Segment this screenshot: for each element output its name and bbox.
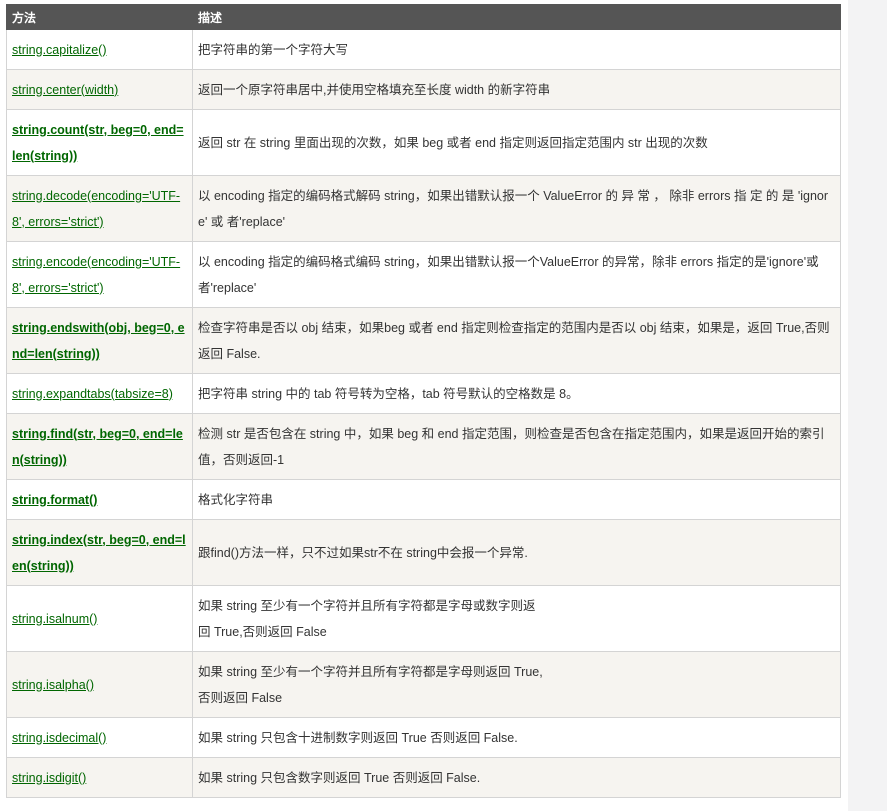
method-link[interactable]: string.encode(encoding='UTF-8', errors='…	[12, 255, 180, 295]
method-cell: string.encode(encoding='UTF-8', errors='…	[6, 241, 193, 308]
description-cell: 把字符串 string 中的 tab 符号转为空格，tab 符号默认的空格数是 …	[192, 373, 841, 414]
description-line: 把字符串 string 中的 tab 符号转为空格，tab 符号默认的空格数是 …	[198, 386, 579, 401]
table-row: string.encode(encoding='UTF-8', errors='…	[6, 241, 841, 308]
header-description: 描述	[192, 4, 841, 30]
table-row: string.index(str, beg=0, end=len(string)…	[6, 519, 841, 586]
table-row: string.isdecimal() 如果 string 只包含十进制数字则返回…	[6, 717, 841, 758]
description-line: 格式化字符串	[198, 492, 274, 507]
method-link[interactable]: string.expandtabs(tabsize=8)	[12, 387, 173, 401]
table-row: string.capitalize() 把字符串的第一个字符大写	[6, 29, 841, 70]
method-cell: string.decode(encoding='UTF-8', errors='…	[6, 175, 193, 242]
description-line: 返回 str 在 string 里面出现的次数，如果 beg 或者 end 指定…	[198, 135, 708, 150]
method-link[interactable]: string.index(str, beg=0, end=len(string)…	[12, 533, 186, 573]
description-cell: 以 encoding 指定的编码格式解码 string，如果出错默认报一个 Va…	[192, 175, 841, 242]
description-cell: 把字符串的第一个字符大写	[192, 29, 841, 70]
description-line: 返回一个原字符串居中,并使用空格填充至长度 width 的新字符串	[198, 82, 551, 97]
table-row: string.isdigit() 如果 string 只包含数字则返回 True…	[6, 757, 841, 798]
table-row: string.decode(encoding='UTF-8', errors='…	[6, 175, 841, 242]
method-link[interactable]: string.isdigit()	[12, 771, 86, 785]
description-cell: 跟find()方法一样，只不过如果str不在 string中会报一个异常.	[192, 519, 841, 586]
table-row: string.find(str, beg=0, end=len(string))…	[6, 413, 841, 480]
description-cell: 检测 str 是否包含在 string 中，如果 beg 和 end 指定范围，…	[192, 413, 841, 480]
method-cell: string.count(str, beg=0, end=len(string)…	[6, 109, 193, 176]
table-row: string.isalnum() 如果 string 至少有一个字符并且所有字符…	[6, 585, 841, 652]
description-line: 检查字符串是否以 obj 结束，如果beg 或者 end 指定则检查指定的范围内…	[198, 320, 830, 361]
description-cell: 格式化字符串	[192, 479, 841, 520]
method-cell: string.capitalize()	[6, 29, 193, 70]
description-line: 检测 str 是否包含在 string 中，如果 beg 和 end 指定范围，…	[198, 426, 825, 467]
method-cell: string.endswith(obj, beg=0, end=len(stri…	[6, 307, 193, 374]
description-cell: 如果 string 至少有一个字符并且所有字符都是字母则返回 True, 否则返回…	[192, 651, 841, 718]
table-row: string.endswith(obj, beg=0, end=len(stri…	[6, 307, 841, 374]
table-row: string.expandtabs(tabsize=8) 把字符串 string…	[6, 373, 841, 414]
method-link[interactable]: string.decode(encoding='UTF-8', errors='…	[12, 189, 180, 229]
description-cell: 如果 string 只包含数字则返回 True 否则返回 False.	[192, 757, 841, 798]
description-cell: 返回 str 在 string 里面出现的次数，如果 beg 或者 end 指定…	[192, 109, 841, 176]
description-line: 跟find()方法一样，只不过如果str不在 string中会报一个异常.	[198, 545, 528, 560]
method-cell: string.format()	[6, 479, 193, 520]
method-link[interactable]: string.find(str, beg=0, end=len(string))	[12, 427, 183, 467]
right-gutter	[848, 0, 887, 811]
description-cell: 如果 string 至少有一个字符并且所有字符都是字母或数字则返回 True,否…	[192, 585, 841, 652]
description-line: 把字符串的第一个字符大写	[198, 42, 349, 57]
method-cell: string.isdigit()	[6, 757, 193, 798]
method-link[interactable]: string.isalpha()	[12, 678, 94, 692]
description-line: 如果 string 只包含数字则返回 True 否则返回 False.	[198, 770, 481, 785]
method-cell: string.index(str, beg=0, end=len(string)…	[6, 519, 193, 586]
method-cell: string.isalpha()	[6, 651, 193, 718]
method-link[interactable]: string.endswith(obj, beg=0, end=len(stri…	[12, 321, 185, 361]
description-cell: 返回一个原字符串居中,并使用空格填充至长度 width 的新字符串	[192, 69, 841, 110]
method-cell: string.expandtabs(tabsize=8)	[6, 373, 193, 414]
description-line: 以 encoding 指定的编码格式编码 string，如果出错默认报一个Val…	[198, 254, 819, 295]
method-cell: string.isalnum()	[6, 585, 193, 652]
method-link[interactable]: string.isdecimal()	[12, 731, 106, 745]
description-line: 如果 string 只包含十进制数字则返回 True 否则返回 False.	[198, 730, 518, 745]
description-line: 否则返回 False	[198, 690, 283, 705]
description-cell: 检查字符串是否以 obj 结束，如果beg 或者 end 指定则检查指定的范围内…	[192, 307, 841, 374]
page: 方法 描述 string.capitalize() 把字符串的第一个字符大写 s…	[0, 0, 887, 811]
description-line: 如果 string 至少有一个字符并且所有字符都是字母则返回 True,	[198, 664, 543, 679]
method-link[interactable]: string.isalnum()	[12, 612, 97, 626]
string-methods-table: 方法 描述 string.capitalize() 把字符串的第一个字符大写 s…	[6, 4, 841, 798]
method-link[interactable]: string.format()	[12, 493, 97, 507]
description-line: 以 encoding 指定的编码格式解码 string，如果出错默认报一个 Va…	[198, 188, 829, 229]
header-method: 方法	[6, 4, 193, 30]
method-link[interactable]: string.count(str, beg=0, end=len(string)…	[12, 123, 184, 163]
description-cell: 以 encoding 指定的编码格式编码 string，如果出错默认报一个Val…	[192, 241, 841, 308]
table-row: string.isalpha() 如果 string 至少有一个字符并且所有字符…	[6, 651, 841, 718]
method-link[interactable]: string.center(width)	[12, 83, 118, 97]
table-row: string.count(str, beg=0, end=len(string)…	[6, 109, 841, 176]
description-cell: 如果 string 只包含十进制数字则返回 True 否则返回 False.	[192, 717, 841, 758]
table-row: string.center(width) 返回一个原字符串居中,并使用空格填充至…	[6, 69, 841, 110]
method-cell: string.isdecimal()	[6, 717, 193, 758]
description-line: 回 True,否则返回 False	[198, 624, 327, 639]
method-cell: string.find(str, beg=0, end=len(string))	[6, 413, 193, 480]
table-header-row: 方法 描述	[6, 4, 841, 30]
description-line: 如果 string 至少有一个字符并且所有字符都是字母或数字则返	[198, 598, 536, 613]
method-link[interactable]: string.capitalize()	[12, 43, 106, 57]
method-cell: string.center(width)	[6, 69, 193, 110]
table-row: string.format() 格式化字符串	[6, 479, 841, 520]
